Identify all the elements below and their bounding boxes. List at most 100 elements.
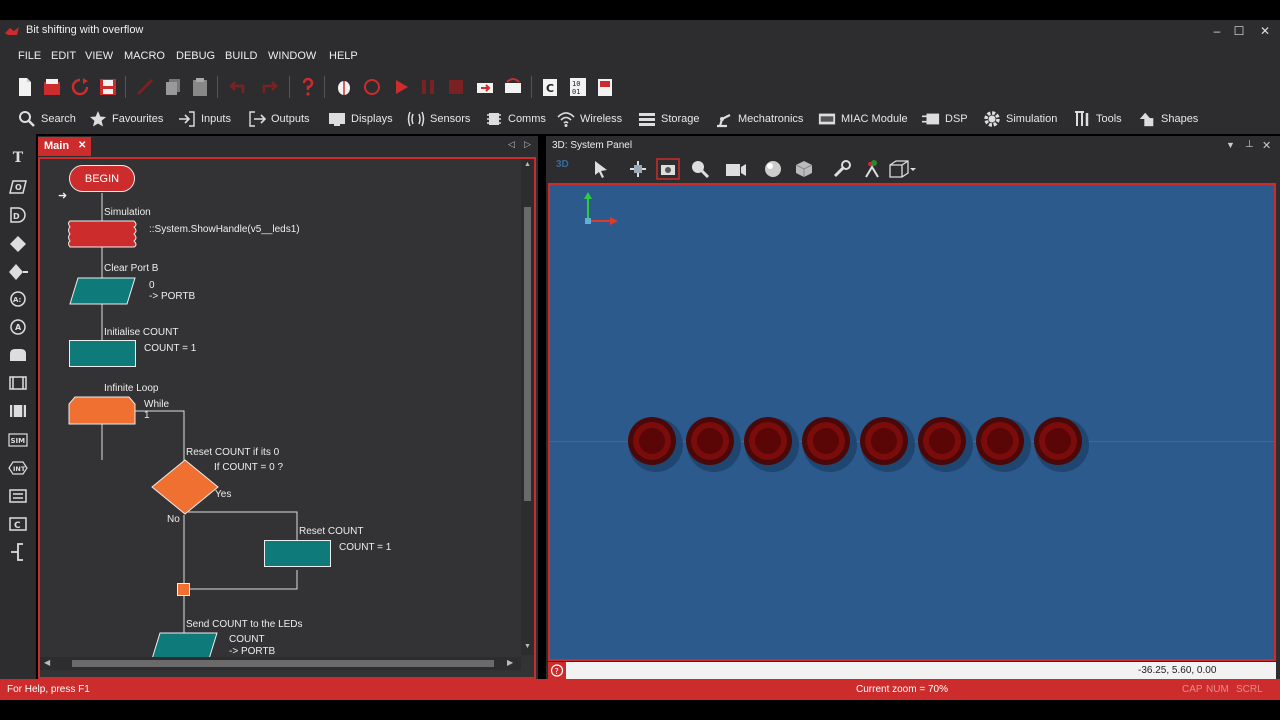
- screenshot-icon[interactable]: [724, 159, 748, 179]
- mode-3d-label[interactable]: 3D: [556, 159, 569, 170]
- new-file-icon[interactable]: [15, 77, 35, 97]
- paste-icon[interactable]: [190, 77, 210, 97]
- comp-storage[interactable]: Storage: [638, 109, 700, 129]
- cube-render-icon[interactable]: [794, 159, 814, 179]
- infinite-loop-block[interactable]: [68, 396, 138, 426]
- panel-close-icon[interactable]: ✕: [1262, 139, 1271, 152]
- tab-close-icon[interactable]: ✕: [78, 140, 86, 151]
- comp-wireless[interactable]: Wireless: [557, 109, 622, 129]
- comp-inputs[interactable]: Inputs: [178, 109, 231, 129]
- menu-edit[interactable]: EDIT: [51, 50, 76, 62]
- menu-build[interactable]: BUILD: [225, 50, 257, 62]
- output-icon[interactable]: O: [8, 177, 28, 197]
- comp-simulation[interactable]: Simulation: [983, 109, 1057, 129]
- select-pointer-icon[interactable]: [592, 160, 610, 178]
- redo-icon[interactable]: [260, 77, 280, 97]
- led-7[interactable]: [976, 417, 1031, 472]
- horizontal-scrollbar[interactable]: ◀ ▶: [40, 657, 521, 670]
- led-1[interactable]: [628, 417, 683, 472]
- chip-icon[interactable]: [595, 77, 615, 97]
- decision-icon[interactable]: [8, 234, 28, 254]
- step-into-icon[interactable]: [475, 77, 495, 97]
- comp-displays[interactable]: Displays: [328, 109, 393, 129]
- menu-file[interactable]: FILE: [18, 50, 41, 62]
- comp-miac-module[interactable]: MIAC Module: [818, 109, 908, 129]
- save-icon[interactable]: [98, 77, 118, 97]
- begin-terminator[interactable]: BEGIN: [69, 165, 135, 192]
- led-8[interactable]: [1034, 417, 1089, 472]
- tab-scroll-right-icon[interactable]: ▷: [524, 139, 531, 150]
- led-6[interactable]: [918, 417, 973, 472]
- vertical-scrollbar[interactable]: ▲ ▼: [521, 159, 534, 655]
- init-count-calc-block[interactable]: [69, 340, 136, 367]
- stop-icon[interactable]: [446, 77, 466, 97]
- wrench-icon[interactable]: [832, 160, 852, 178]
- minimize-button[interactable]: –: [1206, 22, 1228, 40]
- axes-tool-icon[interactable]: [862, 159, 884, 179]
- maximize-button[interactable]: ☐: [1228, 22, 1250, 40]
- cut-icon[interactable]: [135, 77, 155, 97]
- input-icon[interactable]: A:: [8, 289, 28, 309]
- led-3[interactable]: [744, 417, 799, 472]
- step-over-icon[interactable]: [503, 77, 523, 97]
- comp-outputs[interactable]: Outputs: [248, 109, 310, 129]
- comp-mechatronics[interactable]: Mechatronics: [715, 109, 803, 129]
- run-icon[interactable]: [391, 77, 411, 97]
- led-2[interactable]: [686, 417, 741, 472]
- reset-decision-block[interactable]: [150, 459, 220, 515]
- simulation-macro-block[interactable]: [68, 219, 138, 249]
- reload-icon[interactable]: [70, 77, 90, 97]
- c-code-icon[interactable]: C: [540, 77, 560, 97]
- scroll-up-icon[interactable]: ▲: [524, 161, 531, 168]
- comp-dsp[interactable]: DSP: [922, 109, 968, 129]
- reset-count-calc-block[interactable]: [264, 540, 331, 567]
- orbit-camera-icon[interactable]: [656, 158, 680, 180]
- menu-debug[interactable]: DEBUG: [176, 50, 215, 62]
- menu-window[interactable]: WINDOW: [268, 50, 316, 62]
- comment-icon[interactable]: [8, 486, 28, 506]
- vertical-scroll-thumb[interactable]: [524, 207, 531, 501]
- comp-favourites[interactable]: Favourites: [89, 109, 163, 129]
- calculation-icon[interactable]: A: [8, 317, 28, 337]
- macro-icon[interactable]: [8, 373, 28, 393]
- connection-point-icon[interactable]: [8, 542, 28, 562]
- close-window-button[interactable]: ✕: [1254, 22, 1276, 40]
- sphere-render-icon[interactable]: [762, 159, 784, 179]
- panel-status-help-icon[interactable]: ?: [548, 662, 566, 679]
- undo-icon[interactable]: [227, 77, 247, 97]
- comp-comms[interactable]: Comms: [485, 109, 546, 129]
- led-5[interactable]: [860, 417, 915, 472]
- menu-view[interactable]: VIEW: [85, 50, 113, 62]
- help-icon[interactable]: [298, 77, 318, 97]
- loop-icon[interactable]: [8, 345, 28, 365]
- panel-pin-icon[interactable]: ⊥: [1245, 139, 1254, 150]
- led-4[interactable]: [802, 417, 857, 472]
- 3d-viewport[interactable]: [548, 183, 1276, 661]
- clear-port-output-block[interactable]: [69, 277, 137, 305]
- scroll-down-icon[interactable]: ▼: [524, 643, 531, 650]
- menu-macro[interactable]: MACRO: [124, 50, 165, 62]
- horizontal-scroll-thumb[interactable]: [72, 660, 494, 667]
- menu-help[interactable]: HELP: [329, 50, 358, 62]
- wireframe-box-dropdown-icon[interactable]: [888, 159, 916, 179]
- send-count-output-block[interactable]: [151, 632, 219, 660]
- open-file-icon[interactable]: [42, 77, 62, 97]
- comp-sensors[interactable]: Sensors: [407, 109, 470, 129]
- comp-tools[interactable]: Tools: [1073, 109, 1122, 129]
- tab-main[interactable]: Main ✕: [38, 137, 91, 156]
- switch-icon[interactable]: [8, 262, 28, 282]
- pause-icon[interactable]: [418, 77, 438, 97]
- binary-view-icon[interactable]: 1001: [568, 77, 588, 97]
- interrupt-icon[interactable]: INT: [8, 458, 28, 478]
- move-camera-icon[interactable]: [628, 160, 648, 178]
- flowchart-canvas[interactable]: ➜ BEGIN Simulation ::System.ShowHandle(v…: [38, 157, 536, 679]
- scroll-right-icon[interactable]: ▶: [507, 658, 513, 667]
- compile-bug-icon[interactable]: [334, 77, 354, 97]
- panel-dropdown-icon[interactable]: ▼: [1226, 140, 1235, 150]
- debug-icon[interactable]: [362, 77, 382, 97]
- text-tool-icon[interactable]: T: [8, 148, 28, 168]
- copy-icon[interactable]: [163, 77, 183, 97]
- component-macro-icon[interactable]: [8, 401, 28, 421]
- comp-shapes[interactable]: Shapes: [1138, 109, 1198, 129]
- comp-search[interactable]: Search: [18, 109, 76, 129]
